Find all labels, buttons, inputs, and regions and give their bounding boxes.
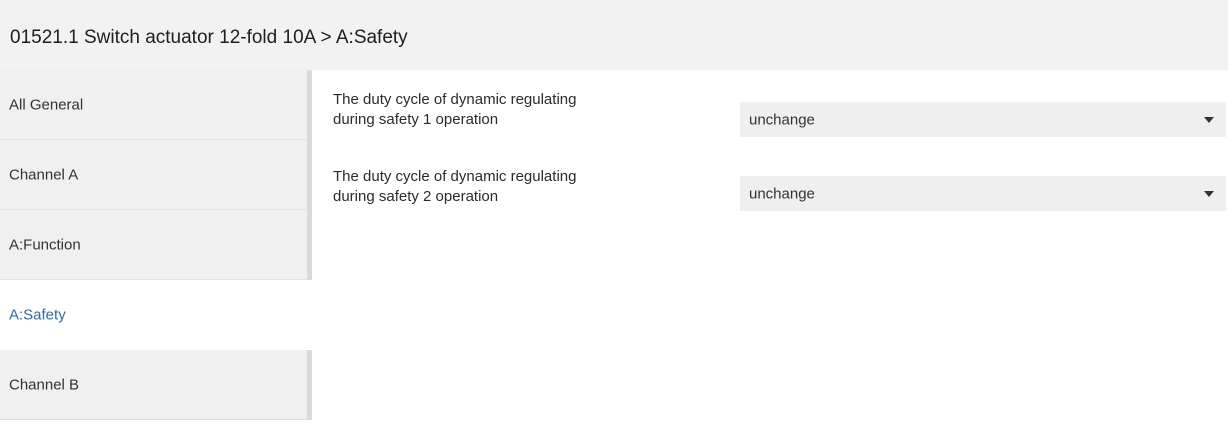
- sidebar-item-a-function[interactable]: A:Function: [0, 210, 312, 280]
- sidebar-item-all-general[interactable]: All General: [0, 70, 312, 140]
- param-label-line: The duty cycle of dynamic regulating: [333, 168, 577, 185]
- sidebar-item-label: A:Safety: [9, 306, 66, 324]
- param-label-safety-2: The duty cycle of dynamic regulating dur…: [333, 167, 713, 207]
- parameter-panel: The duty cycle of dynamic regulating dur…: [318, 70, 1228, 423]
- sidebar-item-label: All General: [9, 96, 84, 114]
- sidebar-item-label: A:Function: [9, 236, 81, 254]
- sidebar-item-channel-a[interactable]: Channel A: [0, 140, 312, 210]
- sidebar-item-label: Channel B: [9, 376, 80, 394]
- param-label-line: The duty cycle of dynamic regulating: [333, 91, 577, 108]
- safety-2-duty-cycle-dropdown[interactable]: unchange: [740, 176, 1226, 211]
- chevron-down-icon: [1204, 190, 1214, 197]
- sidebar-nav: All General Channel A A:Function A:Safet…: [0, 70, 318, 423]
- dropdown-value: unchange: [749, 185, 815, 202]
- param-label-line: during safety 1 operation: [333, 111, 499, 128]
- page-title: 01521.1 Switch actuator 12-fold 10A > A:…: [10, 27, 408, 48]
- param-label-safety-1: The duty cycle of dynamic regulating dur…: [333, 90, 713, 130]
- chevron-down-icon: [1204, 116, 1214, 123]
- sidebar-item-a-safety[interactable]: A:Safety: [0, 280, 312, 350]
- param-label-line: during safety 2 operation: [333, 188, 499, 205]
- safety-1-duty-cycle-dropdown[interactable]: unchange: [740, 102, 1226, 137]
- sidebar-item-label: Channel A: [9, 166, 79, 184]
- dropdown-value: unchange: [749, 111, 815, 128]
- sidebar-item-channel-b[interactable]: Channel B: [0, 350, 312, 420]
- window-header: 01521.1 Switch actuator 12-fold 10A > A:…: [0, 0, 1228, 70]
